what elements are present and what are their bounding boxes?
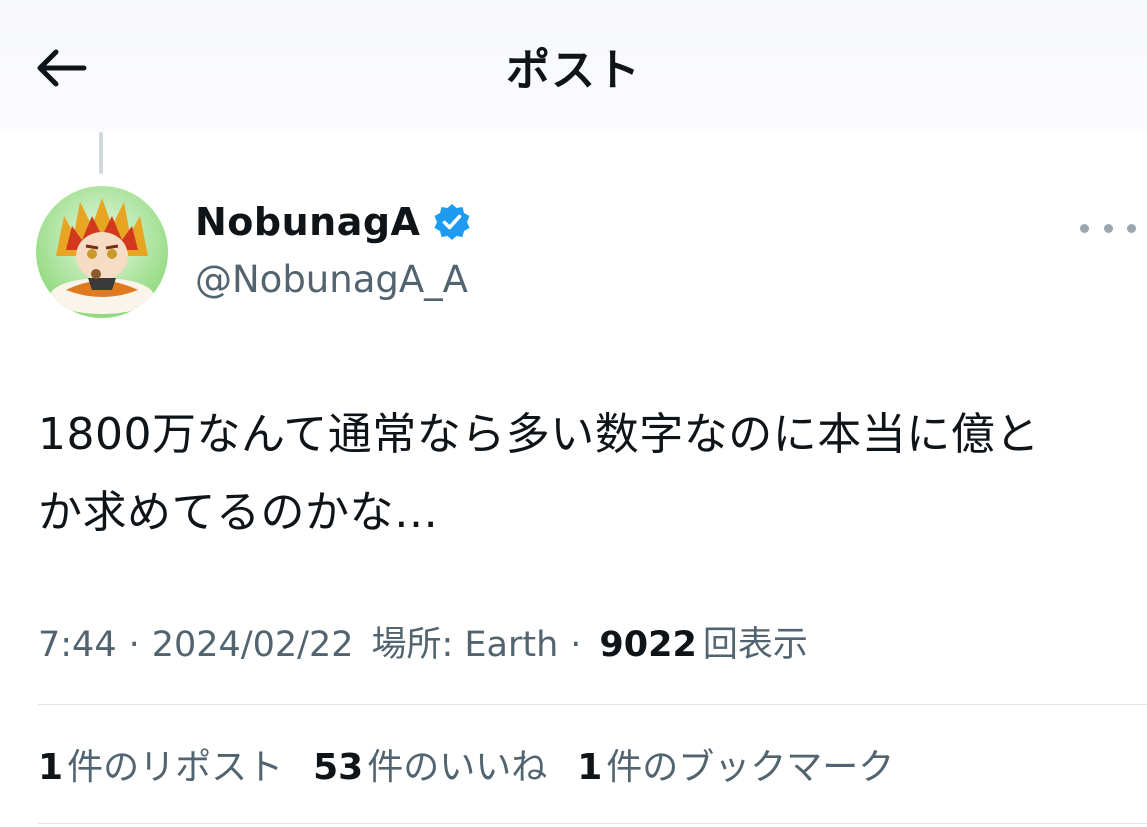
post-time[interactable]: 7:44 <box>38 625 117 665</box>
more-options-button[interactable] <box>1080 210 1136 246</box>
author-handle[interactable]: @NobunagA_A <box>195 258 468 301</box>
avatar[interactable] <box>36 186 168 318</box>
meta-separator: · <box>570 625 582 665</box>
post-text: 1800万なんて通常なら多い数字なのに本当に億と か求めてるのかな… <box>38 396 1118 552</box>
post-text-line-2: か求めてるのかな… <box>38 487 439 538</box>
engagement-stats: 1 件のリポスト 53 件のいいね 1 件のブックマーク <box>38 738 924 790</box>
more-dot-icon <box>1127 223 1136 233</box>
top-bar: ポスト <box>0 0 1147 132</box>
author-name[interactable]: NobunagA <box>195 200 420 244</box>
post-location: 場所: Earth <box>371 625 559 665</box>
meta-separator: · <box>128 625 140 665</box>
page-title: ポスト <box>506 45 641 96</box>
divider <box>38 823 1147 824</box>
likes-label: 件のいいね <box>367 747 548 788</box>
likes-count: 53 <box>313 747 364 788</box>
more-dot-icon <box>1080 223 1089 233</box>
thread-connector-line <box>99 132 103 174</box>
avatar-image <box>36 186 168 318</box>
post-date[interactable]: 2024/02/22 <box>152 625 354 665</box>
bookmarks-count: 1 <box>577 747 603 788</box>
bookmarks-label: 件のブックマーク <box>606 747 895 788</box>
author-name-row[interactable]: NobunagA <box>195 200 472 244</box>
bookmarks-stat[interactable]: 1 件のブックマーク <box>577 738 894 790</box>
reposts-stat[interactable]: 1 件のリポスト <box>38 738 283 790</box>
views-label: 回表示 <box>702 625 808 665</box>
post-detail-page: ポスト NobunagA @NobunagA_A 1800万なんて通常なら多い数… <box>0 0 1147 827</box>
likes-stat[interactable]: 53 件のいいね <box>313 738 547 790</box>
verified-badge-icon <box>434 204 470 240</box>
divider <box>38 704 1147 705</box>
more-dot-icon <box>1103 223 1113 233</box>
reposts-label: 件のリポスト <box>67 747 284 788</box>
post-meta: 7:44 · 2024/02/22 場所: Earth · 9022 回表示 <box>38 616 808 667</box>
reposts-count: 1 <box>38 747 64 788</box>
post-text-line-1: 1800万なんて通常なら多い数字なのに本当に億と <box>38 409 1040 460</box>
views-count: 9022 <box>599 625 697 665</box>
